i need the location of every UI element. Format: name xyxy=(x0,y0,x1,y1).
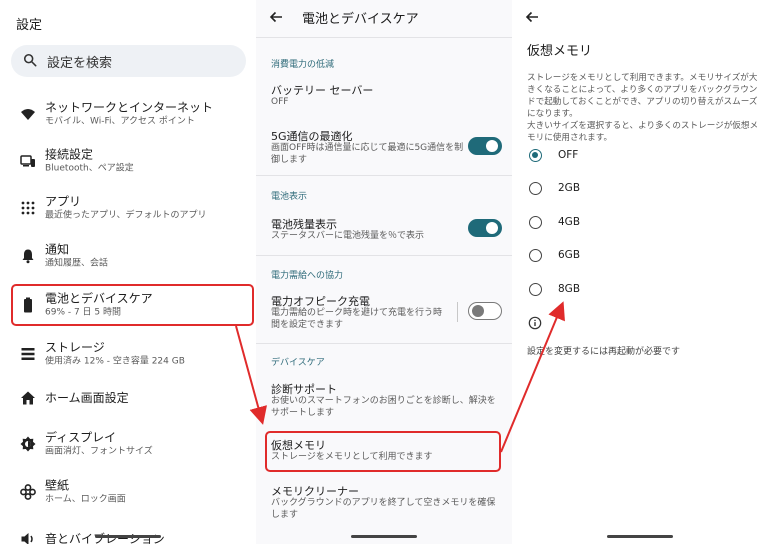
restart-note: 設定を変更するには再起動が必要です xyxy=(527,347,681,357)
page-title: 仮想メモリ xyxy=(527,44,593,59)
back-arrow-icon[interactable] xyxy=(524,9,540,25)
home-icon xyxy=(20,390,36,406)
settings-item-home[interactable]: ホーム画面設定 xyxy=(0,375,256,421)
settings-item-title: ディスプレイ xyxy=(45,430,117,445)
settings-item-subtitle: モバイル、Wi-Fi、アクセス ポイント xyxy=(45,116,195,127)
settings-item-subtitle: 画面消灯、フォントサイズ xyxy=(45,446,153,457)
app-bar: 電池とデバイスケア xyxy=(256,0,512,34)
radio-option-off[interactable]: OFF xyxy=(529,145,578,165)
radio-option-6gb[interactable]: 6GB xyxy=(529,245,580,265)
gesture-bar xyxy=(607,535,673,538)
row-subtitle: 画面OFF時は通信量に応じて最適に5G通信を制御します xyxy=(271,143,464,165)
radio-label: 6GB xyxy=(558,249,581,261)
volume-icon xyxy=(20,531,36,544)
settings-item-title: 接続設定 xyxy=(45,147,94,162)
gesture-bar xyxy=(95,535,161,538)
settings-item-subtitle: 通知履歴、会話 xyxy=(45,258,109,269)
row-subtitle: 電力需給のピーク時を避けて充電を行う時間を設定できます xyxy=(271,308,443,330)
settings-item-title: ホーム画面設定 xyxy=(45,391,129,405)
divider xyxy=(256,255,512,256)
settings-item-apps[interactable]: アプリ 最近使ったアプリ、デフォルトのアプリ xyxy=(0,185,256,231)
row-subtitle: ステータスバーに電池残量を％で表示 xyxy=(271,231,425,241)
settings-item-sound[interactable]: 音とバイブレーション xyxy=(0,516,256,544)
settings-item-subtitle: 最近使ったアプリ、デフォルトのアプリ xyxy=(45,210,207,221)
back-arrow-icon[interactable] xyxy=(268,9,284,25)
radio-button[interactable] xyxy=(529,181,542,195)
section-header-battery-display: 電池表示 xyxy=(271,192,308,202)
row-subtitle: OFF xyxy=(271,97,289,107)
battery-care-panel: 電池とデバイスケア 消費電力の低減 バッテリー セーバー OFF 5G通信の最適… xyxy=(256,0,512,544)
settings-item-subtitle: ホーム、ロック画面 xyxy=(45,494,126,505)
separator xyxy=(457,302,458,322)
radio-button[interactable] xyxy=(529,248,542,262)
apps-grid-icon xyxy=(20,200,36,216)
wifi-icon xyxy=(20,106,36,122)
search-icon xyxy=(23,52,37,71)
gesture-bar xyxy=(351,535,417,538)
settings-item-title: ストレージ xyxy=(45,340,105,355)
radio-label: OFF xyxy=(558,149,579,161)
wallpaper-icon xyxy=(20,484,36,500)
settings-item-title: 壁紙 xyxy=(45,478,70,493)
page-title: 設定 xyxy=(16,18,43,33)
brightness-icon xyxy=(20,436,36,452)
search-bar[interactable]: 設定を検索 xyxy=(11,45,246,77)
description: ストレージをメモリとして利用できます。メモリサイズが大きくなることによって、より… xyxy=(527,73,759,143)
info-icon xyxy=(528,316,542,330)
radio-button[interactable] xyxy=(529,148,542,162)
row-subtitle: お使いのスマートフォンのお困りごとを診断し、解決をサポートします xyxy=(271,396,496,418)
section-header-power-saving: 消費電力の低減 xyxy=(271,60,335,70)
radio-option-2gb[interactable]: 2GB xyxy=(529,178,580,198)
highlight-battery xyxy=(11,284,254,326)
section-header-power-cooperation: 電力需給への協力 xyxy=(271,271,344,281)
section-header-device-care: デバイスケア xyxy=(271,358,325,368)
radio-label: 2GB xyxy=(558,182,581,194)
toggle-battery-percent[interactable] xyxy=(468,219,502,237)
highlight-virtual-memory xyxy=(265,431,501,472)
radio-label: 4GB xyxy=(558,216,581,228)
page-title: 電池とデバイスケア xyxy=(302,12,419,27)
radio-option-8gb[interactable]: 8GB xyxy=(529,279,580,299)
settings-item-network[interactable]: ネットワークとインターネット モバイル、Wi-Fi、アクセス ポイント xyxy=(0,91,256,137)
search-label: 設定を検索 xyxy=(47,55,113,71)
settings-item-storage[interactable]: ストレージ 使用済み 12% - 空き容量 224 GB xyxy=(0,331,256,377)
divider xyxy=(256,37,512,38)
radio-option-4gb[interactable]: 4GB xyxy=(529,212,580,232)
settings-item-connection[interactable]: 接続設定 Bluetooth、ペア設定 xyxy=(0,138,256,184)
divider xyxy=(256,343,512,344)
radio-button[interactable] xyxy=(529,215,542,229)
settings-item-title: 通知 xyxy=(45,242,70,257)
settings-item-notifications[interactable]: 通知 通知履歴、会話 xyxy=(0,233,256,279)
devices-icon xyxy=(20,153,36,169)
divider xyxy=(256,175,512,176)
row-subtitle: バックグラウンドのアプリを終了して空きメモリを確保します xyxy=(271,498,496,520)
toggle-5g-optimize[interactable] xyxy=(468,137,502,155)
toggle-off-peak-charge[interactable] xyxy=(468,302,502,320)
bell-icon xyxy=(20,248,36,264)
radio-button[interactable] xyxy=(529,282,542,296)
settings-panel: 設定 設定を検索 ネットワークとインターネット モバイル、Wi-Fi、アクセス ポ… xyxy=(0,0,256,544)
settings-item-subtitle: 使用済み 12% - 空き容量 224 GB xyxy=(45,356,185,367)
radio-label: 8GB xyxy=(558,283,581,295)
settings-item-title: ネットワークとインターネット xyxy=(45,100,214,115)
settings-item-wallpaper[interactable]: 壁紙 ホーム、ロック画面 xyxy=(0,469,256,515)
storage-icon xyxy=(20,346,36,362)
settings-item-title: アプリ xyxy=(45,194,82,209)
settings-item-display[interactable]: ディスプレイ 画面消灯、フォントサイズ xyxy=(0,421,256,467)
virtual-memory-panel: 仮想メモリ ストレージをメモリとして利用できます。メモリサイズが大きくなることに… xyxy=(512,0,768,544)
settings-item-subtitle: Bluetooth、ペア設定 xyxy=(45,163,134,174)
